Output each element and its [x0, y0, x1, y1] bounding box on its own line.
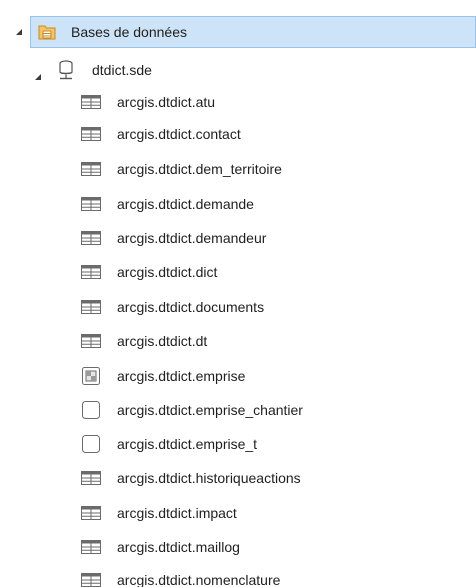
tree-item-label: arcgis.dtdict.atu [117, 94, 216, 110]
tree-item-label: arcgis.dtdict.contact [117, 126, 241, 142]
tree-item-table[interactable]: arcgis.dtdict.nomenclature [0, 564, 476, 587]
tree-item-table[interactable]: arcgis.dtdict.dt [0, 325, 476, 357]
tree-item-table[interactable]: arcgis.dtdict.contact [0, 118, 476, 150]
tree-item-table[interactable]: arcgis.dtdict.demande [0, 188, 476, 220]
tree-item-label: arcgis.dtdict.historiqueactions [117, 470, 301, 486]
catalog-tree: Bases de données dtdict.sde arcgis.dtdic… [0, 0, 476, 587]
table-icon [81, 506, 101, 523]
expand-toggle-root[interactable] [16, 29, 22, 35]
table-icon [81, 231, 101, 248]
tree-item-connection[interactable]: dtdict.sde [0, 54, 476, 86]
tree-item-label: arcgis.dtdict.dem_territoire [117, 161, 282, 177]
tree-item-raster[interactable]: arcgis.dtdict.emprise [0, 360, 476, 392]
geodatabase-connection-icon [58, 60, 74, 83]
tree-item-table[interactable]: arcgis.dtdict.documents [0, 291, 476, 323]
tree-item-label: arcgis.dtdict.documents [117, 299, 265, 315]
table-icon [81, 540, 101, 557]
polygon-feature-class-icon [82, 401, 100, 422]
tree-item-label: arcgis.dtdict.emprise_chantier [117, 402, 303, 418]
table-icon [81, 573, 101, 587]
tree-item-table[interactable]: arcgis.dtdict.impact [0, 497, 476, 529]
tree-item-label: arcgis.dtdict.emprise [117, 368, 246, 384]
tree-item-table[interactable]: arcgis.dtdict.historiqueactions [0, 462, 476, 494]
table-icon [81, 162, 101, 179]
tree-item-label: arcgis.dtdict.emprise_t [117, 436, 258, 452]
table-icon [81, 300, 101, 317]
tree-item-table[interactable]: arcgis.dtdict.dict [0, 256, 476, 288]
tree-item-databases[interactable]: Bases de données [30, 16, 476, 48]
polygon-feature-class-icon [82, 435, 100, 456]
tree-item-label: Bases de données [71, 24, 187, 40]
tree-item-table[interactable]: arcgis.dtdict.atu [0, 86, 476, 118]
tree-item-table[interactable]: arcgis.dtdict.maillog [0, 531, 476, 563]
table-icon [81, 197, 101, 214]
tree-item-table[interactable]: arcgis.dtdict.demandeur [0, 222, 476, 254]
tree-item-polygon-feature-class[interactable]: arcgis.dtdict.emprise_t [0, 428, 476, 460]
tree-item-label: arcgis.dtdict.impact [117, 505, 237, 521]
tree-item-label: dtdict.sde [92, 62, 152, 78]
table-icon [81, 471, 101, 488]
tree-item-label: arcgis.dtdict.nomenclature [117, 572, 281, 587]
tree-item-label: arcgis.dtdict.maillog [117, 539, 240, 555]
tree-item-polygon-feature-class[interactable]: arcgis.dtdict.emprise_chantier [0, 394, 476, 426]
raster-icon [82, 367, 100, 388]
table-icon [81, 265, 101, 282]
table-icon [81, 95, 101, 112]
tree-item-label: arcgis.dtdict.dt [117, 333, 208, 349]
tree-item-label: arcgis.dtdict.demandeur [117, 230, 267, 246]
tree-item-label: arcgis.dtdict.dict [117, 264, 218, 280]
tree-item-table[interactable]: arcgis.dtdict.dem_territoire [0, 153, 476, 185]
table-icon [81, 334, 101, 351]
table-icon [81, 127, 101, 144]
tree-item-label: arcgis.dtdict.demande [117, 196, 254, 212]
database-folder-icon [38, 23, 56, 44]
